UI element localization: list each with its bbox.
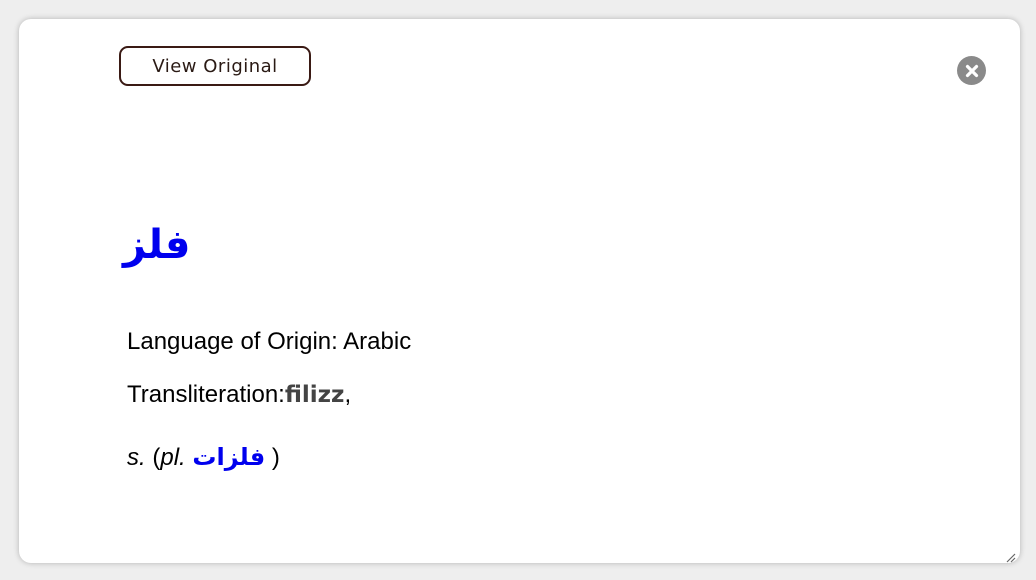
transliteration-line: Transliteration:filizz, [127,381,351,409]
close-icon [965,64,979,78]
plural-label: pl. [160,444,186,471]
close-button[interactable] [957,56,986,85]
plural-link[interactable]: فلزات [192,443,265,471]
headword[interactable]: فلز [123,225,190,265]
dictionary-dialog: View Original فلز Language of Origin: Ar… [19,19,1020,563]
origin-line: Language of Origin: Arabic [127,328,411,356]
origin-value: Arabic [343,328,412,355]
part-of-speech: s. [127,444,146,471]
origin-label: Language of Origin: [127,328,338,355]
transliteration-label: Transliteration: [127,381,285,408]
plural-close-paren: ) [271,444,280,471]
plural-line: s. (pl. فلزات ) [127,443,280,472]
view-original-button[interactable]: View Original [119,46,311,86]
transliteration-suffix: , [344,381,352,408]
resize-grip-icon[interactable] [1004,548,1016,563]
transliteration-value: filizz [284,382,345,408]
